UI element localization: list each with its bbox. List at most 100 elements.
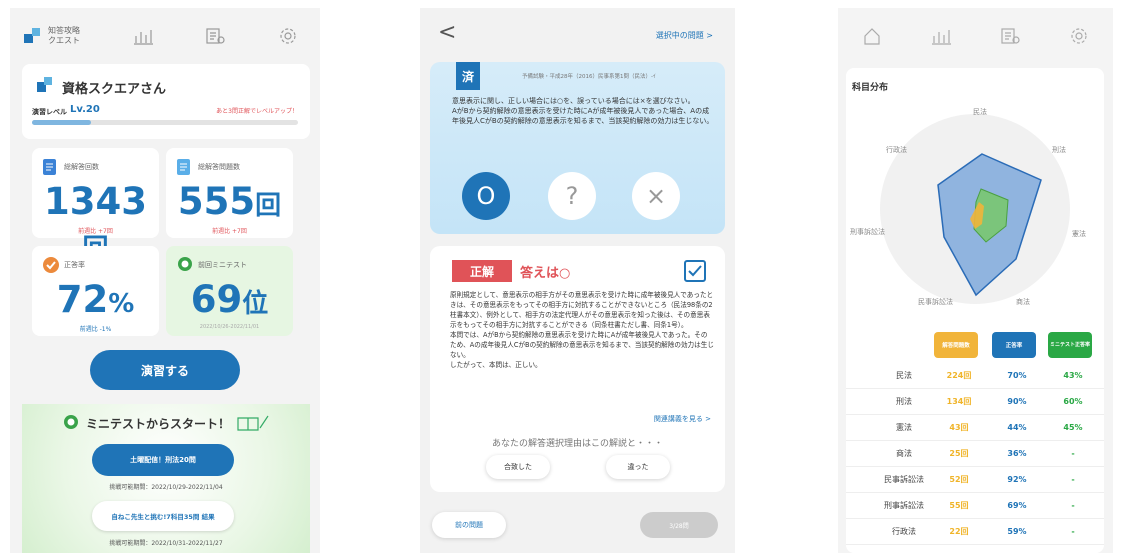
radar-label-1: 民法 [973, 107, 987, 116]
subject-name: 民法 [896, 371, 912, 380]
subject-name: 刑法 [896, 397, 912, 406]
reason-prompt: あなたの解答選択理由はこの解説と・・・ [491, 439, 663, 449]
legend-count: 解答問題数 [934, 332, 978, 358]
app-logo[interactable]: 知答攻略 クエスト [22, 26, 80, 46]
mini-test-panel: ミニテストからスタート！ 土曜配信！刑法20問 挑戦可能期間：2022/10/2… [22, 404, 310, 553]
radar-label-4: 商法 [1016, 297, 1030, 306]
subject-count: 25回 [949, 449, 969, 458]
selected-questions-link[interactable]: 選択中の問題 > [656, 30, 713, 41]
mini-start-title: ミニテストからスタート！ [86, 416, 231, 431]
option-unsure-label: ? [565, 182, 579, 210]
level-value: Lv.20 [70, 104, 100, 115]
subject-mini: 45% [1063, 423, 1083, 432]
radar-label-2: 刑法 [1052, 145, 1066, 154]
radar-chart: 民法 刑法 憲法 商法 民事訴訟法 刑事訴訟法 行政法 [850, 107, 1086, 306]
accuracy-unit: % [108, 289, 135, 319]
total-answers-card: 総解答回数 1343回 前週比 +7回 [32, 148, 159, 264]
check-circle-icon [43, 257, 59, 273]
stats-icon[interactable] [931, 27, 952, 45]
home-screen: 知答攻略 クエスト 資格スクエアさん 演習レベル Lv.20 あと3問正解でレベル… [10, 8, 320, 553]
mini-test-number: 69 [190, 278, 243, 321]
legend-rate: 正答率 [992, 332, 1036, 358]
differ-button[interactable]: 違った [606, 455, 670, 479]
stats-screen: 科目分布 民法 刑法 憲法 商法 民事訴訟法 刑事訴訟法 行政法 解答問題数 正… [838, 8, 1113, 553]
award-icon [178, 257, 192, 271]
document-icon [43, 159, 56, 175]
option-correct-label: O [476, 182, 496, 210]
level-progress-bar [32, 120, 298, 125]
subject-mini: - [1071, 501, 1075, 510]
explanation-text: 原則規定として、意思表示の相手方がその意思表示を受けた時に成年被後見人であったと… [450, 291, 714, 369]
subject-name: 商法 [896, 449, 912, 458]
settings-icon[interactable] [278, 26, 298, 46]
subject-count: 43回 [949, 423, 969, 432]
subject-count: 134回 [946, 397, 972, 406]
related-lecture-link[interactable]: 関連講義を見る > [654, 414, 711, 424]
back-button[interactable]: < [438, 20, 456, 45]
practice-button[interactable]: 演習する [90, 350, 240, 390]
total-questions-card: 総解答問題数 555回 前週比 +7回 [166, 148, 293, 238]
correct-badge: 正解 [452, 260, 512, 282]
accuracy-number: 72 [56, 278, 109, 321]
mini-test-1-button[interactable]: 土曜配信！刑法20問 [92, 444, 234, 476]
option-wrong-label: × [645, 182, 667, 210]
option-unsure-button[interactable]: ? [548, 172, 596, 220]
logo-text-line1: 知答攻略 [48, 26, 80, 35]
subject-count: 224回 [946, 371, 972, 380]
profile-card: 資格スクエアさん 演習レベル Lv.20 あと3問正解でレベルアップ！ [22, 64, 310, 139]
question-screen: < 選択中の問題 > 済 予備試験・平成28年（2016）民事系第1問（民法）-… [420, 8, 735, 553]
level-progress-fill [32, 120, 91, 125]
subject-count: 55回 [949, 501, 969, 510]
total-questions-label: 総解答問題数 [198, 163, 240, 171]
total-questions-number: 555 [177, 180, 256, 223]
level-hint: あと3問正解でレベルアップ！ [216, 108, 298, 115]
mini-test-1-period: 挑戦可能期間：2022/10/29-2022/11/04 [109, 484, 223, 491]
answer-title: 答えは○ [520, 266, 571, 281]
top-nav: 知答攻略 クエスト [10, 8, 320, 64]
accuracy-change: 前週比 -1% [79, 326, 112, 333]
question-card: 済 予備試験・平成28年（2016）民事系第1問（民法）-ｲ 意思表示に関し、正… [430, 62, 725, 234]
mini-test-2-button[interactable]: 自ねこ先生と挑む!7科目35問 結果 [92, 501, 234, 531]
mini-test-value: 69位 [166, 278, 293, 321]
notes-icon[interactable] [205, 27, 225, 45]
question-source: 予備試験・平成28年（2016）民事系第1問（民法）-ｲ [522, 74, 656, 80]
agree-button[interactable]: 合致した [486, 455, 550, 479]
checkbox-icon[interactable] [683, 259, 707, 283]
app-logo-icon [24, 28, 40, 43]
settings-icon[interactable] [1069, 26, 1089, 46]
option-wrong-button[interactable]: × [632, 172, 680, 220]
mini-test-card: 前回ミニテスト 69位 2022/10/26-2022/11/01 [166, 246, 293, 336]
done-badge: 済 [456, 62, 480, 90]
subject-rate: 59% [1007, 527, 1027, 536]
avatar [37, 77, 52, 92]
subject-mini: - [1071, 449, 1075, 458]
subject-name: 民事訴訟法 [884, 475, 924, 484]
subject-count: 22回 [949, 527, 969, 536]
previous-question-button[interactable]: 前の問題 [432, 512, 506, 538]
stats-icon[interactable] [133, 27, 153, 45]
subject-rate: 70% [1007, 371, 1027, 380]
document-icon [177, 159, 190, 175]
total-questions-value: 555回 [166, 180, 293, 223]
mini-start-header: ミニテストからスタート！ [62, 414, 272, 432]
option-correct-button[interactable]: O [462, 172, 510, 220]
home-icon[interactable] [862, 27, 882, 45]
radar-label-5: 民事訴訟法 [918, 297, 953, 306]
subject-rate: 90% [1007, 397, 1027, 406]
subject-mini: 60% [1063, 397, 1083, 406]
subject-name: 刑事訴訟法 [884, 501, 924, 510]
logo-text-line2: クエスト [48, 36, 80, 45]
notes-icon[interactable] [1000, 27, 1020, 45]
accuracy-label: 正答率 [64, 261, 85, 269]
answer-card: 正解 答えは○ 原則規定として、意思表示の相手方がその意思表示を受けた時に成年被… [430, 246, 725, 492]
page-indicator: 3/28問 [640, 512, 718, 538]
total-questions-unit: 回 [255, 191, 282, 221]
subject-rate: 44% [1007, 423, 1027, 432]
total-answers-change: 前週比 +7回 [78, 228, 113, 235]
top-nav [838, 8, 1113, 64]
question-text: 意思表示に関し、正しい場合には○を、誤っている場合には×を選びなさい。 AがBか… [452, 97, 714, 125]
subject-name: 憲法 [896, 423, 912, 432]
radar-label-3: 憲法 [1072, 229, 1086, 238]
total-answers-number: 1343 [44, 180, 147, 223]
subject-rate: 36% [1007, 449, 1027, 458]
